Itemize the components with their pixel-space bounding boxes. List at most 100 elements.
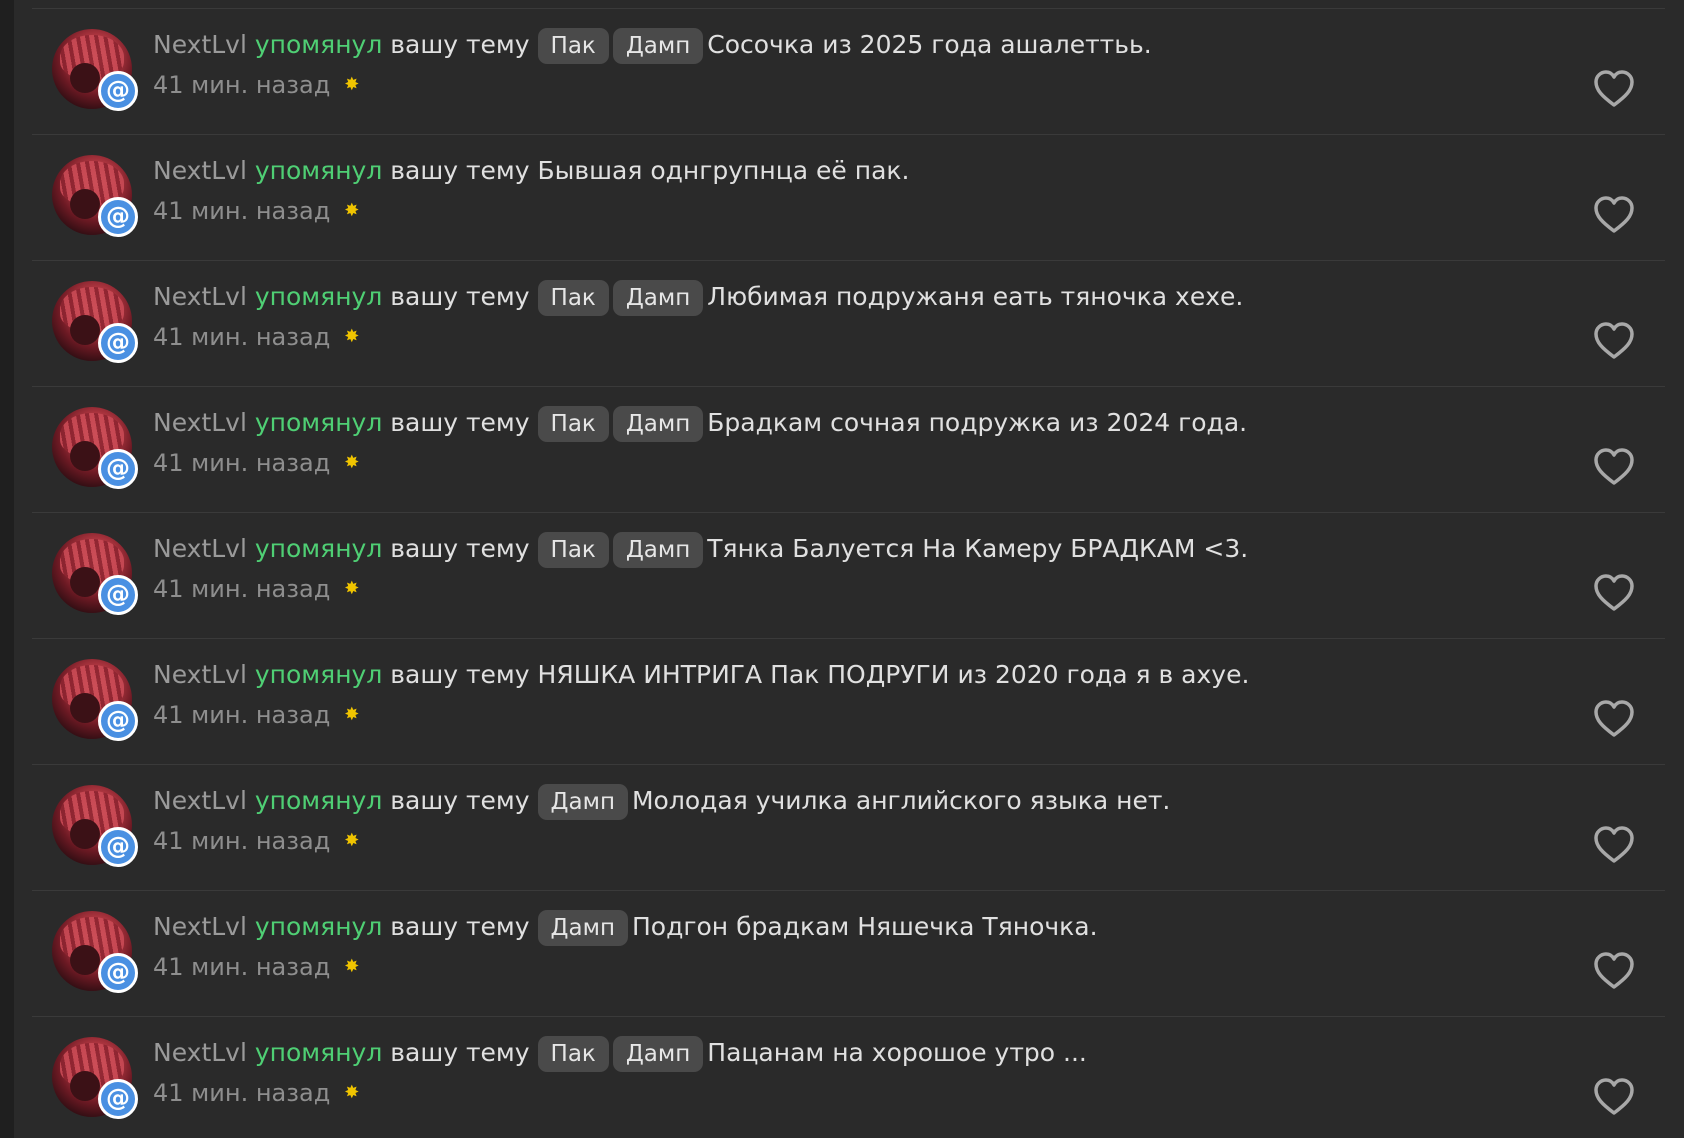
heart-icon[interactable] (1592, 447, 1636, 487)
mention-icon: @ (98, 953, 138, 993)
thread-title-link[interactable]: Пацанам на хорошое утро ... (707, 1038, 1087, 1067)
tag-group: Пак Дамп (537, 280, 708, 316)
action-text: упомянул (254, 408, 383, 437)
prefix-tag[interactable]: Пак (537, 1036, 609, 1072)
timestamp: 41 мин. назад (153, 827, 331, 855)
heart-icon[interactable] (1592, 1077, 1636, 1117)
prefix-tag[interactable]: Дамп (612, 1036, 704, 1072)
suffix-text: вашу тему (390, 912, 530, 941)
suffix-text: вашу тему (390, 282, 530, 311)
notification-text: NextLvl упомянул вашу тему Дамп Молодая у… (153, 781, 1170, 821)
username-link[interactable]: NextLvl (153, 912, 247, 941)
heart-icon[interactable] (1592, 951, 1636, 991)
timestamp: 41 мин. назад (153, 323, 331, 351)
thread-title-link[interactable]: Молодая училка английского языка нет. (632, 786, 1170, 815)
timestamp: 41 мин. назад (153, 701, 331, 729)
notification-text: NextLvl упомянул вашу тему Дамп Подгон бр… (153, 907, 1098, 947)
notification-text: NextLvl упомянул вашу тему Пак Дамп Любима… (153, 277, 1243, 317)
timestamp: 41 мин. назад (153, 575, 331, 603)
avatar-face (70, 567, 100, 597)
username-link[interactable]: NextLvl (153, 534, 247, 563)
notification-meta: 41 мин. назад ✸ (153, 195, 359, 227)
prefix-tag[interactable]: Дамп (612, 28, 704, 64)
username-link[interactable]: NextLvl (153, 660, 247, 689)
action-text: упомянул (254, 660, 383, 689)
notification-text: NextLvl упомянул вашу тему НЯШКА ИНТРИГА… (153, 655, 1249, 695)
timestamp: 41 мин. назад (153, 197, 331, 225)
prefix-tag[interactable]: Дамп (612, 532, 704, 568)
tag-group: Пак Дамп (537, 532, 708, 568)
username-link[interactable]: NextLvl (153, 156, 247, 185)
prefix-tag[interactable]: Пак (537, 532, 609, 568)
unread-star-icon: ✸ (344, 830, 360, 851)
username-link[interactable]: NextLvl (153, 282, 247, 311)
timestamp: 41 мин. назад (153, 71, 331, 99)
prefix-tag[interactable]: Дамп (612, 406, 704, 442)
notification-meta: 41 мин. назад ✸ (153, 825, 359, 857)
notification-meta: 41 мин. назад ✸ (153, 1077, 359, 1109)
avatar-face (70, 315, 100, 345)
username-link[interactable]: NextLvl (153, 408, 247, 437)
heart-icon[interactable] (1592, 825, 1636, 865)
username-link[interactable]: NextLvl (153, 1038, 247, 1067)
username-link[interactable]: NextLvl (153, 30, 247, 59)
thread-title-link[interactable]: Тянка Балуется На Камеру БРАДКАМ <3. (707, 534, 1248, 563)
notification-item[interactable]: @ NextLvl упомянул вашу тему Пак Дамп Сосо… (32, 9, 1665, 135)
suffix-text: вашу тему (390, 156, 530, 185)
notification-text: NextLvl упомянул вашу тему Пак Дамп Пацана… (153, 1033, 1087, 1073)
avatar-face (70, 1071, 100, 1101)
notification-meta: 41 мин. назад ✸ (153, 447, 359, 479)
prefix-tag[interactable]: Дамп (612, 280, 704, 316)
notifications-page: @ NextLvl упомянул вашу тему Пак Дамп Сосо… (0, 0, 1684, 1138)
thread-title-link[interactable]: Брадкам сочная подружка из 2024 года. (707, 408, 1247, 437)
notification-meta: 41 мин. назад ✸ (153, 69, 359, 101)
timestamp: 41 мин. назад (153, 953, 331, 981)
prefix-tag[interactable]: Дамп (537, 784, 628, 820)
thread-title-link[interactable]: НЯШКА ИНТРИГА Пак ПОДРУГИ из 2020 года я… (538, 660, 1250, 689)
mention-icon: @ (98, 323, 138, 363)
notification-meta: 41 мин. назад ✸ (153, 321, 359, 353)
action-text: упомянул (254, 1038, 383, 1067)
thread-title-link[interactable]: Любимая подружаня еать тяночка хехе. (707, 282, 1243, 311)
heart-icon[interactable] (1592, 69, 1636, 109)
mention-icon: @ (98, 1079, 138, 1119)
prefix-tag[interactable]: Пак (537, 280, 609, 316)
suffix-text: вашу тему (390, 534, 530, 563)
notification-item[interactable]: @ NextLvl упомянул вашу тему Дамп Молодая… (32, 765, 1665, 891)
heart-icon[interactable] (1592, 321, 1636, 361)
unread-star-icon: ✸ (344, 74, 360, 95)
suffix-text: вашу тему (390, 408, 530, 437)
prefix-tag[interactable]: Дамп (537, 910, 628, 946)
thread-title-link[interactable]: Подгон брадкам Няшечка Тяночка. (632, 912, 1098, 941)
mention-icon: @ (98, 71, 138, 111)
username-link[interactable]: NextLvl (153, 786, 247, 815)
heart-icon[interactable] (1592, 699, 1636, 739)
unread-star-icon: ✸ (344, 704, 360, 725)
unread-star-icon: ✸ (344, 200, 360, 221)
avatar-face (70, 819, 100, 849)
notification-text: NextLvl упомянул вашу тему Пак Дамп Тянка … (153, 529, 1248, 569)
notification-item[interactable]: @ NextLvl упомянул вашу тему Пак Дамп Тянк… (32, 513, 1665, 639)
avatar-face (70, 945, 100, 975)
mention-icon: @ (98, 701, 138, 741)
heart-icon[interactable] (1592, 195, 1636, 235)
mention-icon: @ (98, 827, 138, 867)
notification-item[interactable]: @ NextLvl упомянул вашу тему Бывшая однг… (32, 135, 1665, 261)
notification-item[interactable]: @ NextLvl упомянул вашу тему Дамп Подгон … (32, 891, 1665, 1017)
suffix-text: вашу тему (390, 786, 530, 815)
thread-title-link[interactable]: Бывшая однгрупнца её пак. (538, 156, 910, 185)
notification-item[interactable]: @ NextLvl упомянул вашу тему Пак Дамп Брад… (32, 387, 1665, 513)
suffix-text: вашу тему (390, 1038, 530, 1067)
unread-star-icon: ✸ (344, 326, 360, 347)
notification-meta: 41 мин. назад ✸ (153, 951, 359, 983)
notification-item[interactable]: @ NextLvl упомянул вашу тему Пак Дамп Паца… (32, 1017, 1665, 1138)
prefix-tag[interactable]: Пак (537, 28, 609, 64)
notification-list: @ NextLvl упомянул вашу тему Пак Дамп Сосо… (32, 8, 1665, 1138)
notification-item[interactable]: @ NextLvl упомянул вашу тему НЯШКА ИНТРИ… (32, 639, 1665, 765)
notification-item[interactable]: @ NextLvl упомянул вашу тему Пак Дамп Люби… (32, 261, 1665, 387)
thread-title-link[interactable]: Сосочка из 2025 года ашалеттьь. (707, 30, 1151, 59)
prefix-tag[interactable]: Пак (537, 406, 609, 442)
heart-icon[interactable] (1592, 573, 1636, 613)
tag-group: Дамп (537, 784, 632, 820)
notification-text: NextLvl упомянул вашу тему Пак Дамп Сосочк… (153, 25, 1152, 65)
